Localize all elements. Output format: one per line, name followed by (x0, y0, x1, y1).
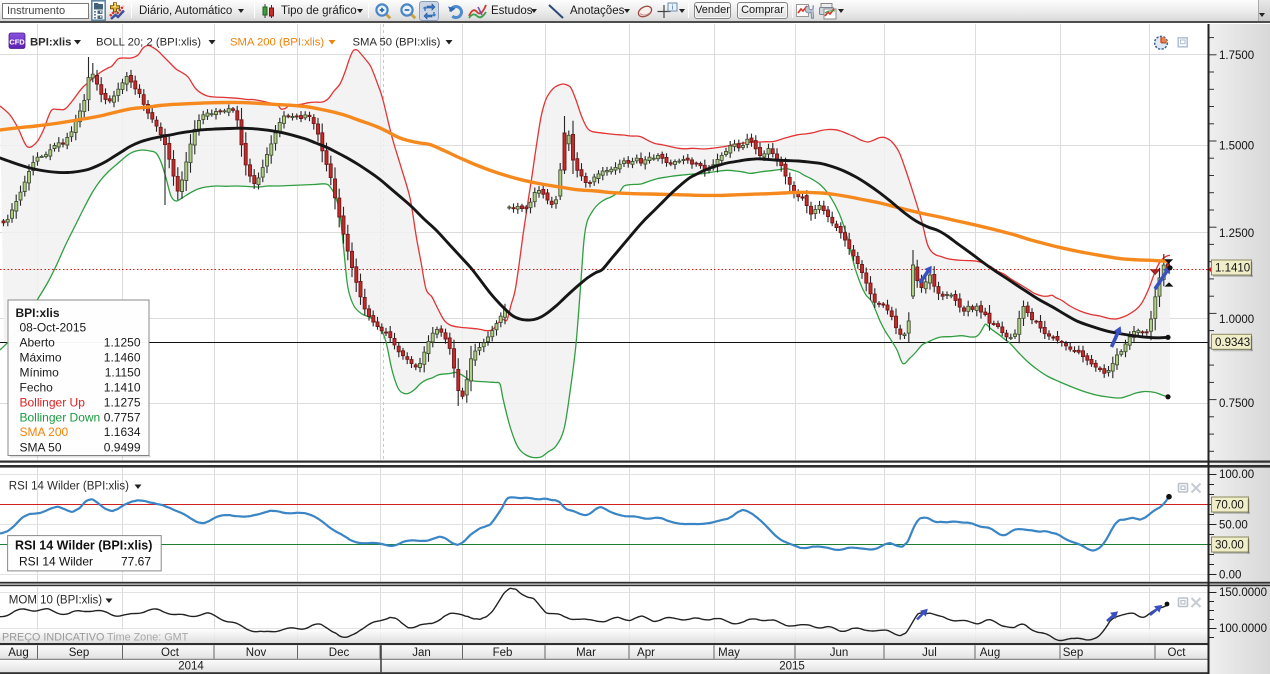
svg-text:Apr: Apr (637, 647, 655, 659)
svg-text:1.1460: 1.1460 (104, 351, 141, 365)
svg-text:50.00: 50.00 (1219, 520, 1248, 532)
svg-text:1.1410: 1.1410 (1215, 263, 1250, 275)
svg-text:Máximo: Máximo (20, 351, 62, 365)
svg-text:1.5000: 1.5000 (1219, 141, 1254, 153)
svg-text:MOM 10 (BPI:xlis): MOM 10 (BPI:xlis) (9, 595, 102, 607)
svg-text:1.0000: 1.0000 (1219, 314, 1254, 326)
svg-text:Aug: Aug (8, 647, 28, 659)
svg-text:Mínimo: Mínimo (20, 366, 60, 380)
svg-text:BPI:xlis: BPI:xlis (30, 37, 71, 49)
svg-text:0.9343: 0.9343 (1215, 337, 1250, 349)
svg-text:SMA 50: SMA 50 (20, 440, 62, 454)
svg-text:RSI 14 Wilder (BPI:xlis): RSI 14 Wilder (BPI:xlis) (9, 481, 129, 493)
svg-text:2015: 2015 (779, 661, 805, 673)
svg-text:RSI 14 Wilder (BPI:xlis): RSI 14 Wilder (BPI:xlis) (15, 538, 152, 552)
svg-text:Jun: Jun (830, 647, 849, 659)
svg-text:100.00: 100.00 (1219, 469, 1254, 481)
svg-text:SMA 200 (BPI:xlis): SMA 200 (BPI:xlis) (230, 37, 324, 49)
svg-text:30.00: 30.00 (1215, 540, 1244, 552)
svg-text:RSI 14 Wilder: RSI 14 Wilder (19, 555, 93, 569)
svg-text:Dec: Dec (329, 647, 350, 659)
svg-text:May: May (718, 647, 740, 659)
svg-text:2014: 2014 (178, 661, 204, 673)
svg-text:1.2500: 1.2500 (1219, 228, 1254, 240)
svg-text:1.1250: 1.1250 (104, 336, 141, 350)
svg-text:Fecho: Fecho (20, 381, 54, 395)
svg-text:Aug: Aug (980, 647, 1000, 659)
svg-text:Nov: Nov (246, 647, 267, 659)
svg-text:0.9499: 0.9499 (104, 440, 141, 454)
svg-text:1.1634: 1.1634 (104, 425, 141, 439)
svg-text:SMA 50 (BPI:xlis): SMA 50 (BPI:xlis) (353, 37, 441, 49)
svg-text:SMA 200: SMA 200 (20, 425, 69, 439)
svg-text:1.7500: 1.7500 (1219, 50, 1254, 62)
svg-text:Sep: Sep (69, 647, 89, 659)
svg-text:100.0000: 100.0000 (1219, 623, 1267, 635)
svg-text:Oct: Oct (161, 647, 180, 659)
svg-text:Bollinger Up: Bollinger Up (20, 396, 86, 410)
svg-text:Oct: Oct (1168, 647, 1187, 659)
svg-text:BPI:xlis: BPI:xlis (16, 306, 60, 320)
svg-text:Feb: Feb (493, 647, 513, 659)
svg-text:Bollinger Down: Bollinger Down (20, 410, 101, 424)
svg-text:Time Zone: GMT: Time Zone: GMT (107, 632, 189, 644)
svg-text:0.00: 0.00 (1219, 570, 1241, 582)
svg-text:Mar: Mar (576, 647, 596, 659)
svg-text:PREÇO INDICATIVO: PREÇO INDICATIVO (2, 632, 104, 644)
svg-text:1.1410: 1.1410 (104, 381, 141, 395)
svg-text:Jan: Jan (412, 647, 431, 659)
svg-text:77.67: 77.67 (121, 555, 151, 569)
svg-text:08-Oct-2015: 08-Oct-2015 (20, 321, 87, 335)
svg-text:Jul: Jul (922, 647, 937, 659)
svg-text:150.0000: 150.0000 (1219, 587, 1267, 599)
svg-text:0.7500: 0.7500 (1219, 398, 1254, 410)
svg-text:1.1150: 1.1150 (105, 366, 141, 380)
svg-text:70.00: 70.00 (1215, 500, 1244, 512)
svg-text:Sep: Sep (1063, 647, 1083, 659)
svg-text:1.1275: 1.1275 (104, 396, 141, 410)
svg-text:CFD: CFD (9, 38, 25, 47)
svg-text:BOLL 20; 2 (BPI:xlis): BOLL 20; 2 (BPI:xlis) (96, 37, 201, 49)
svg-text:Aberto: Aberto (20, 336, 56, 350)
svg-text:0.7757: 0.7757 (104, 410, 141, 424)
